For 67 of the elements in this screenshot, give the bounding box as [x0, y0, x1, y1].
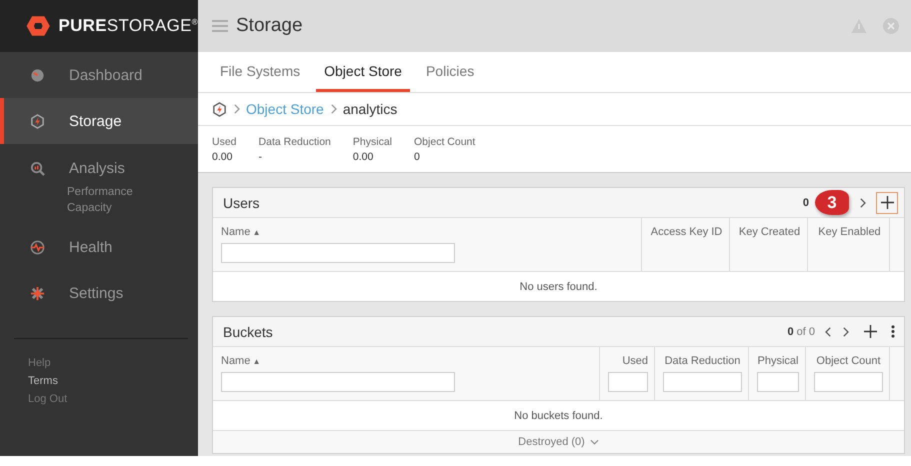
stat-value: 0.00 — [212, 150, 234, 162]
panel-title: Buckets — [223, 324, 274, 340]
sidebar-link[interactable]: Help — [28, 357, 51, 369]
column-header[interactable]: Object Count — [816, 355, 881, 367]
tab[interactable]: File Systems — [212, 52, 308, 92]
filter-field[interactable] — [608, 372, 648, 392]
column-header[interactable]: Key Enabled — [818, 226, 881, 238]
chevron-left-icon[interactable] — [825, 326, 832, 336]
magnifier-icon — [30, 160, 45, 176]
chevron-down-icon — [590, 439, 599, 445]
sidebar-item[interactable]: Dashboard — [0, 52, 198, 98]
gear-icon — [30, 286, 45, 300]
gauge-icon — [30, 68, 45, 82]
page-title: Storage — [236, 15, 304, 37]
sidebar-item[interactable]: Storage — [0, 98, 198, 144]
empty-message: No users found. — [520, 280, 598, 292]
destroyed-toggle[interactable]: Destroyed (0) — [516, 436, 601, 448]
sidebar-item[interactable]: Analysis — [0, 150, 198, 186]
filter-field[interactable] — [663, 372, 742, 392]
item-count: 0 of 0 — [787, 326, 815, 338]
chevron-right-icon[interactable] — [842, 326, 849, 336]
bolt-shield-icon — [30, 114, 45, 128]
logo-icon — [26, 13, 50, 39]
column-header[interactable]: Physical — [758, 355, 798, 367]
column-header[interactable]: Used — [622, 355, 648, 367]
add-button[interactable] — [876, 192, 898, 214]
bolt-shield-icon[interactable] — [212, 102, 227, 116]
stat-value: 0.00 — [352, 150, 374, 162]
stat-value: 0 — [414, 150, 421, 162]
menu-icon[interactable] — [212, 20, 228, 32]
stat-value: - — [258, 150, 264, 162]
warning-icon[interactable] — [851, 18, 867, 34]
column-header[interactable]: Key Created — [738, 226, 800, 238]
more-icon[interactable] — [891, 325, 895, 338]
close-icon[interactable] — [883, 18, 899, 34]
column-header[interactable]: Access Key ID — [650, 226, 722, 238]
chevron-right-icon — [330, 104, 337, 114]
chevron-right-icon[interactable] — [859, 198, 866, 208]
sidebar-item[interactable]: Health — [0, 224, 198, 270]
filter-field[interactable] — [221, 372, 455, 392]
sidebar-subitem[interactable]: Performance — [67, 186, 133, 198]
column-header[interactable]: Name ▲ — [221, 355, 593, 367]
filter-field[interactable] — [814, 372, 883, 392]
plus-icon — [864, 325, 876, 338]
breadcrumb-link[interactable]: Object Store — [246, 101, 324, 117]
breadcrumb-current: analytics — [342, 101, 398, 117]
panel-title: Users — [223, 194, 261, 210]
chevron-right-icon — [233, 104, 240, 114]
empty-message: No buckets found. — [514, 410, 603, 422]
stat-label: Data Reduction — [258, 136, 331, 148]
step-callout: 3 — [815, 190, 849, 215]
filter-field[interactable] — [221, 243, 455, 263]
stat-label: Used — [212, 136, 237, 148]
sidebar-link[interactable]: Terms — [28, 375, 58, 387]
stat-label: Physical — [352, 136, 392, 148]
stat-label: Object Count — [414, 136, 476, 148]
sidebar-link[interactable]: Log Out — [28, 393, 68, 405]
plus-icon — [880, 196, 894, 209]
heartbeat-icon — [30, 240, 45, 254]
sidebar-item[interactable]: Settings — [0, 270, 198, 316]
column-header[interactable]: Name ▲ — [221, 226, 635, 238]
brand-name: PURESTORAGE$^{®}$ — [58, 16, 198, 36]
filter-field[interactable] — [757, 372, 799, 392]
column-header[interactable]: Data Reduction — [664, 355, 740, 367]
sidebar-subitem[interactable]: Capacity — [67, 202, 112, 214]
item-count: 0 — [802, 196, 809, 208]
tab[interactable]: Policies — [418, 52, 482, 92]
